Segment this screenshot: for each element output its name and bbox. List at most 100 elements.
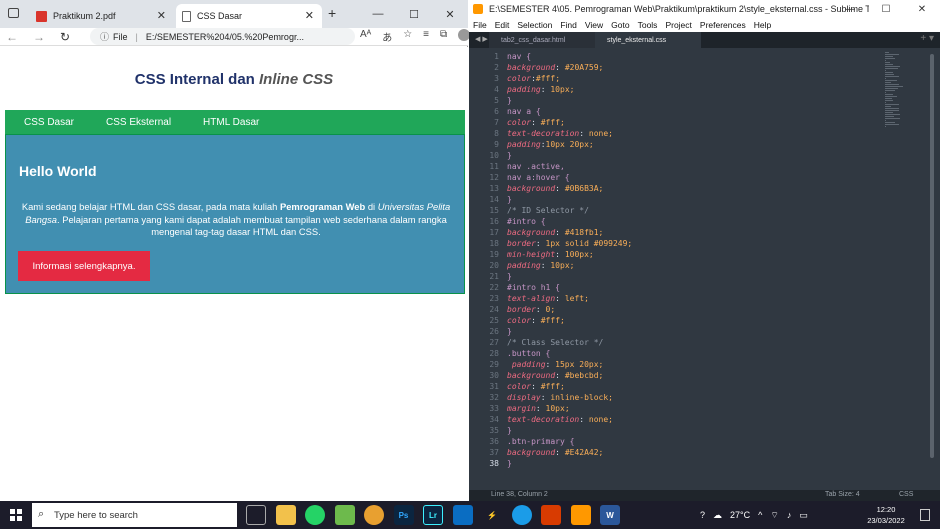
office-icon[interactable] <box>541 505 561 525</box>
minimize-icon[interactable]: — <box>832 0 868 18</box>
code-line: border: 1px solid #099249; <box>507 239 633 248</box>
photoshop-icon[interactable]: Ps <box>393 505 414 525</box>
bolt-icon[interactable]: ⚡ <box>482 505 502 525</box>
nav-buttons: ← → ↻ <box>6 30 70 44</box>
extensions-icon[interactable]: ⧉ <box>440 29 447 44</box>
tab-actions-icon[interactable] <box>8 8 19 18</box>
pdf-icon <box>36 10 47 22</box>
tab-css-dasar[interactable]: CSS Dasar ✕ <box>176 4 322 28</box>
line-number: 28 <box>489 349 499 358</box>
maximize-icon[interactable]: ☐ <box>868 0 904 18</box>
file-explorer-icon[interactable] <box>275 505 296 525</box>
new-tab-icon[interactable]: + <box>328 5 336 21</box>
syntax-mode[interactable]: CSS <box>899 491 913 498</box>
line-number: 38 <box>489 459 499 468</box>
maximize-icon[interactable]: ☐ <box>396 0 432 28</box>
translate-icon[interactable]: あ <box>382 29 392 44</box>
favorite-icon[interactable]: ☆ <box>403 29 412 44</box>
chrome-icon[interactable] <box>364 505 384 525</box>
tab-nav-arrows-icon[interactable]: ◀ ▶ <box>475 35 488 43</box>
line-number: 7 <box>494 118 499 127</box>
new-tab-icon[interactable]: + ▾ <box>920 33 934 44</box>
info-icon: ⓘ <box>100 32 110 42</box>
forward-icon[interactable]: → <box>33 30 45 44</box>
tab-size[interactable]: Tab Size: 4 <box>825 491 860 498</box>
menu-project[interactable]: Project <box>665 20 691 30</box>
menu-preferences[interactable]: Preferences <box>700 20 746 30</box>
web-page: CSS Internal dan Inline CSS CSS Dasar CS… <box>0 47 468 501</box>
close-icon[interactable]: ✕ <box>904 0 940 18</box>
line-number: 10 <box>489 151 499 160</box>
menu-help[interactable]: Help <box>754 20 771 30</box>
tab-praktikum-pdf[interactable]: Praktikum 2.pdf ✕ <box>30 4 174 28</box>
code-line: color:#fff; <box>507 74 561 83</box>
code-line: min-height: 100px; <box>507 250 594 259</box>
close-tab-icon[interactable]: ✕ <box>157 9 166 22</box>
line-number: 2 <box>494 63 499 72</box>
editor-scrollbar[interactable] <box>930 54 934 458</box>
taskbar-search[interactable]: ⌕ Type here to search <box>32 503 237 527</box>
menu-view[interactable]: View <box>585 20 603 30</box>
code-line: } <box>507 272 512 281</box>
sublime-tab-css[interactable]: style_eksternal.css <box>595 32 701 48</box>
weather-temp[interactable]: 27°C <box>730 510 750 520</box>
nav-link-html-dasar[interactable]: HTML Dasar <box>184 117 272 128</box>
menu-goto[interactable]: Goto <box>611 20 629 30</box>
line-number: 33 <box>489 404 499 413</box>
sublime-taskbar-icon[interactable] <box>570 505 591 525</box>
word-icon[interactable]: W <box>600 505 620 525</box>
minimap[interactable] <box>885 52 903 127</box>
search-placeholder: Type here to search <box>54 509 138 521</box>
code-line: background: #418fb1; <box>507 228 604 237</box>
close-icon[interactable]: ✕ <box>432 0 468 28</box>
refresh-icon[interactable]: ↻ <box>60 30 70 44</box>
menu-selection[interactable]: Selection <box>517 20 552 30</box>
nav-link-css-dasar[interactable]: CSS Dasar <box>5 117 87 128</box>
code-editor[interactable]: nav {background: #20A759; color:#fff; padd… <box>507 51 877 469</box>
close-tab-icon[interactable]: ✕ <box>305 9 314 22</box>
tray-chevron-icon[interactable]: ^ <box>758 510 762 520</box>
page-title-italic: Inline CSS <box>259 71 334 88</box>
line-number: 18 <box>489 239 499 248</box>
weather-icon[interactable]: ☁ <box>713 510 722 521</box>
menu-file[interactable]: File <box>473 20 487 30</box>
minimize-icon[interactable]: — <box>360 0 396 28</box>
nav-link-css-eksternal[interactable]: CSS Eksternal <box>87 117 184 128</box>
whatsapp-icon[interactable] <box>305 505 325 525</box>
browser-tab-bar: Praktikum 2.pdf ✕ CSS Dasar ✕ + — ☐ ✕ <box>0 0 468 28</box>
code-line: background: #20A759; <box>507 63 604 72</box>
help-icon[interactable]: ? <box>700 510 705 520</box>
back-icon[interactable]: ← <box>6 30 18 44</box>
menu-find[interactable]: Find <box>560 20 577 30</box>
code-line: padding: 15px 20px; <box>507 360 604 369</box>
windows-start-icon[interactable] <box>10 509 22 521</box>
code-line: padding: 10px; <box>507 85 575 94</box>
mail-icon[interactable] <box>452 505 473 525</box>
code-line: nav a { <box>507 107 541 116</box>
read-aloud-icon[interactable]: Aᴬ <box>360 29 371 44</box>
sublime-window-controls: — ☐ ✕ <box>832 0 940 18</box>
collections-icon[interactable]: ≡ <box>423 29 429 44</box>
line-number: 5 <box>494 96 499 105</box>
volume-icon[interactable]: ♪ <box>787 510 792 520</box>
notifications-icon[interactable] <box>920 509 930 521</box>
clock[interactable]: 12:20 23/03/2022 <box>860 504 912 526</box>
code-line: .btn-primary { <box>507 437 575 446</box>
browser-window: Praktikum 2.pdf ✕ CSS Dasar ✕ + — ☐ ✕ ← … <box>0 0 491 501</box>
info-button[interactable]: Informasi selengkapnya. <box>18 251 150 281</box>
battery-icon[interactable]: ▭ <box>799 510 808 521</box>
sublime-tab-html[interactable]: tab2_css_dasar.html <box>489 32 599 48</box>
url-input[interactable]: ⓘ File | E:/SEMESTER%204/05.%20Pemrogr..… <box>90 28 355 45</box>
network-icon[interactable]: ⌔ <box>770 510 778 521</box>
menu-tools[interactable]: Tools <box>638 20 658 30</box>
edge-icon[interactable] <box>511 505 532 525</box>
app-icon[interactable] <box>334 505 355 525</box>
lightroom-icon[interactable]: Lr <box>423 505 443 525</box>
task-view-icon[interactable] <box>246 505 266 525</box>
url-prefix: File <box>113 31 128 42</box>
line-number: 36 <box>489 437 499 446</box>
code-line: } <box>507 195 512 204</box>
line-number: 8 <box>494 129 499 138</box>
menu-edit[interactable]: Edit <box>495 20 510 30</box>
intro-heading: Hello World <box>19 163 97 179</box>
